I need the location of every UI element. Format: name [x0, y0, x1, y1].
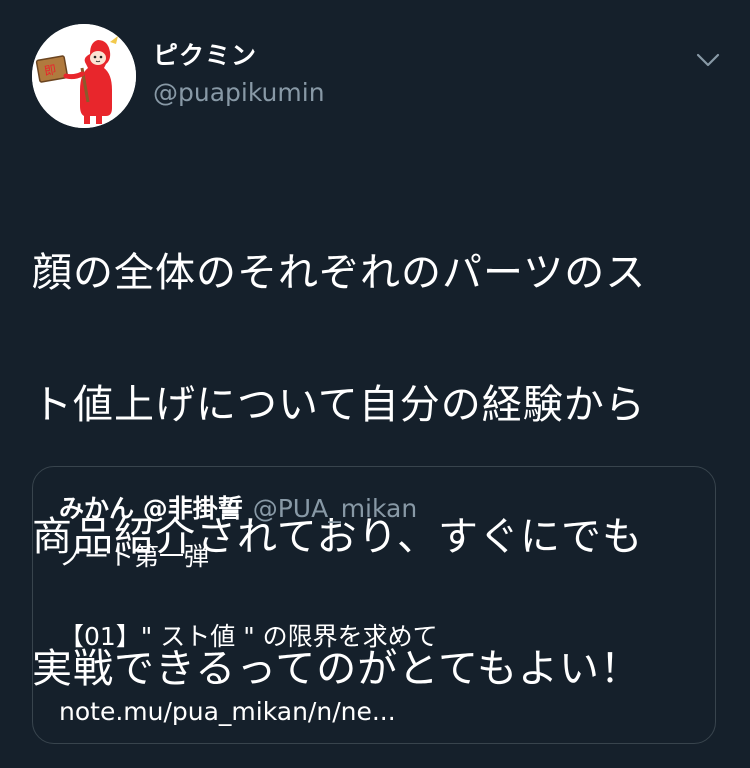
quoted-tweet-handle: @PUA_mikan [252, 494, 418, 523]
tweet-line: 顔の全体のそれぞれのパーツのス [32, 250, 647, 296]
user-display-name[interactable]: ピクミン [153, 36, 257, 72]
chevron-down-icon[interactable] [694, 50, 722, 70]
quoted-tweet-line: 【01】" スト値 " の限界を求めて [59, 622, 438, 651]
avatar-illustration-icon: 即 [32, 24, 136, 128]
tweet-card: 即 ピクミン @puapikumin 顔の全体のそれぞれのパーツのス ト値上げに… [0, 0, 750, 757]
quoted-tweet-header: みかん @非掛誓 @PUA_mikan [59, 489, 417, 525]
quoted-tweet[interactable]: みかん @非掛誓 @PUA_mikan ノート第一弾 【01】" スト値 " の限… [32, 466, 716, 744]
avatar[interactable]: 即 [32, 24, 136, 128]
user-handle[interactable]: @puapikumin [153, 78, 325, 107]
quoted-tweet-line: ノート第一弾 [59, 542, 210, 571]
svg-text:即: 即 [43, 62, 57, 78]
quoted-tweet-display-name: みかん @非掛誓 [59, 494, 243, 523]
tweet-line: ト値上げについて自分の経験から [32, 382, 646, 428]
quoted-tweet-link[interactable]: note.mu/pua_mikan/n/ne... [59, 697, 396, 726]
